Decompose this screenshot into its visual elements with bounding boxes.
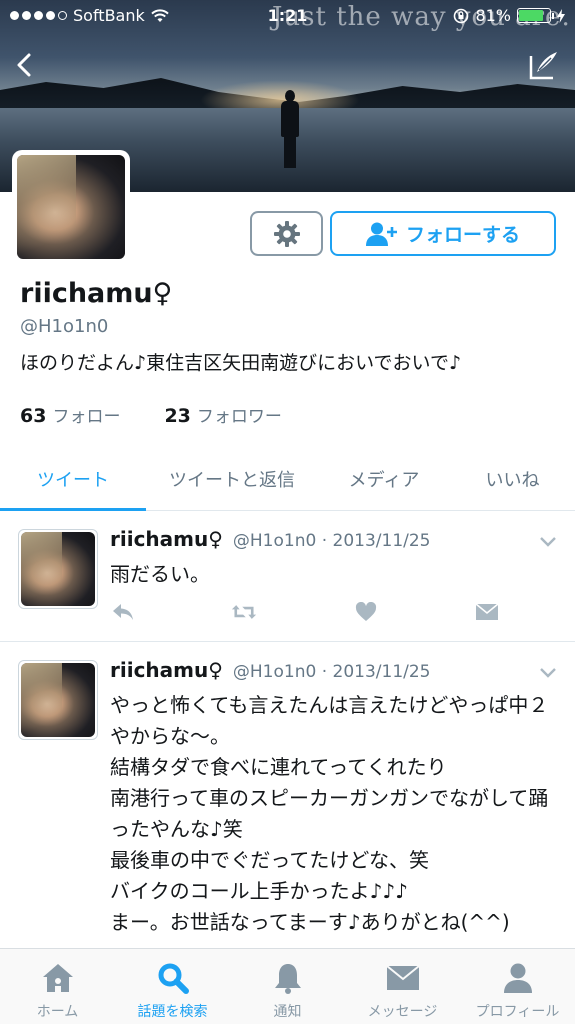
following-stat[interactable]: 63 フォロー [20, 402, 120, 427]
chevron-down-icon [540, 668, 556, 678]
chevron-down-icon [540, 537, 556, 547]
back-button[interactable] [10, 50, 40, 80]
profile-handle: @H1o1n0 [20, 316, 109, 337]
bottom-tab-bar: ホーム 話題を検索 通知 メッセージ プロフィール [0, 948, 575, 1024]
rotation-lock-icon [454, 8, 469, 23]
profile-tabs: ツイート ツイートと返信 メディア いいね [0, 450, 575, 511]
followers-count: 23 [164, 405, 191, 427]
retweet-button[interactable] [231, 601, 257, 623]
battery-icon [517, 8, 554, 23]
envelope-icon [385, 965, 420, 990]
profile-stats: 63 フォロー 23 フォロワー [20, 402, 282, 427]
chevron-left-icon [17, 53, 31, 77]
nav-search[interactable]: 話題を検索 [115, 949, 230, 1024]
compose-tweet-button[interactable] [527, 48, 561, 82]
settings-button[interactable] [250, 211, 323, 256]
banner-person-silhouette [280, 90, 300, 168]
following-label: フォロー [52, 407, 121, 427]
tweet-meta: @H1o1n0 · 2013/11/25 [232, 531, 431, 551]
tweet-text: やっと怖くても言えたんは言えたけどやっぱ中２やからな〜。 結構タダで食べに連れて… [110, 693, 549, 934]
nav-search-label: 話題を検索 [137, 1004, 208, 1020]
retweet-icon [232, 605, 257, 619]
tweet-author-name: riichamu♀ [110, 658, 223, 682]
nav-messages[interactable]: メッセージ [345, 949, 460, 1024]
tweet-header: riichamu♀ @H1o1n0 · 2013/11/25 [110, 658, 431, 682]
heart-icon [355, 602, 376, 621]
envelope-icon [475, 603, 499, 620]
person-icon [503, 963, 532, 993]
nav-home[interactable]: ホーム [0, 949, 115, 1024]
add-user-icon [365, 222, 397, 246]
profile-avatar[interactable] [12, 150, 130, 264]
tab-tweets[interactable]: ツイート [0, 450, 146, 511]
nav-home-label: ホーム [36, 1004, 79, 1020]
gear-icon [273, 220, 300, 247]
tweet-header: riichamu♀ @H1o1n0 · 2013/11/25 [110, 527, 431, 551]
home-icon [42, 964, 73, 992]
status-bar: SoftBank 1:21 81% [0, 0, 575, 34]
profile-avatar-photo [17, 155, 125, 259]
tab-media[interactable]: メディア [318, 450, 450, 510]
profile-display-name: riichamu♀ [20, 278, 173, 309]
tweet-menu-button[interactable] [539, 664, 557, 683]
follow-button[interactable]: フォローする [330, 211, 556, 256]
tweet-actions [110, 601, 500, 623]
tweet-meta: @H1o1n0 · 2013/11/25 [232, 662, 431, 682]
like-button[interactable] [353, 601, 379, 623]
nav-messages-label: メッセージ [367, 1004, 438, 1020]
tweet[interactable]: riichamu♀ @H1o1n0 · 2013/11/25 やっと怖くても言え… [0, 642, 575, 948]
nav-profile[interactable]: プロフィール [460, 949, 575, 1024]
follow-button-label: フォローする [405, 224, 520, 246]
tweet-avatar[interactable] [18, 660, 98, 740]
battery-percent: 81% [475, 6, 511, 25]
reply-button[interactable] [110, 601, 136, 623]
charging-bolt-icon [557, 8, 565, 23]
tab-tweets-and-replies[interactable]: ツイートと返信 [146, 450, 318, 510]
following-count: 63 [20, 405, 47, 427]
bell-icon [274, 964, 301, 994]
tweet[interactable]: riichamu♀ @H1o1n0 · 2013/11/25 雨だるい。 [0, 511, 575, 642]
tweet-avatar[interactable] [18, 529, 98, 609]
compose-icon [529, 52, 557, 80]
nav-notifications[interactable]: 通知 [230, 949, 345, 1024]
nav-profile-label: プロフィール [475, 1004, 560, 1020]
tweet-menu-button[interactable] [539, 533, 557, 552]
followers-stat[interactable]: 23 フォロワー [164, 402, 281, 427]
reply-icon [113, 604, 133, 620]
direct-message-button[interactable] [474, 601, 500, 623]
profile-bio: ほのりだよん♪東住吉区矢田南遊びにおいでおいで♪ [20, 352, 462, 374]
nav-notifications-label: 通知 [273, 1004, 302, 1020]
followers-label: フォロワー [196, 407, 282, 427]
tweet-author-name: riichamu♀ [110, 527, 223, 551]
search-icon [158, 963, 189, 994]
tab-likes[interactable]: いいね [450, 450, 575, 510]
tweet-text: 雨だるい。 [110, 562, 210, 586]
